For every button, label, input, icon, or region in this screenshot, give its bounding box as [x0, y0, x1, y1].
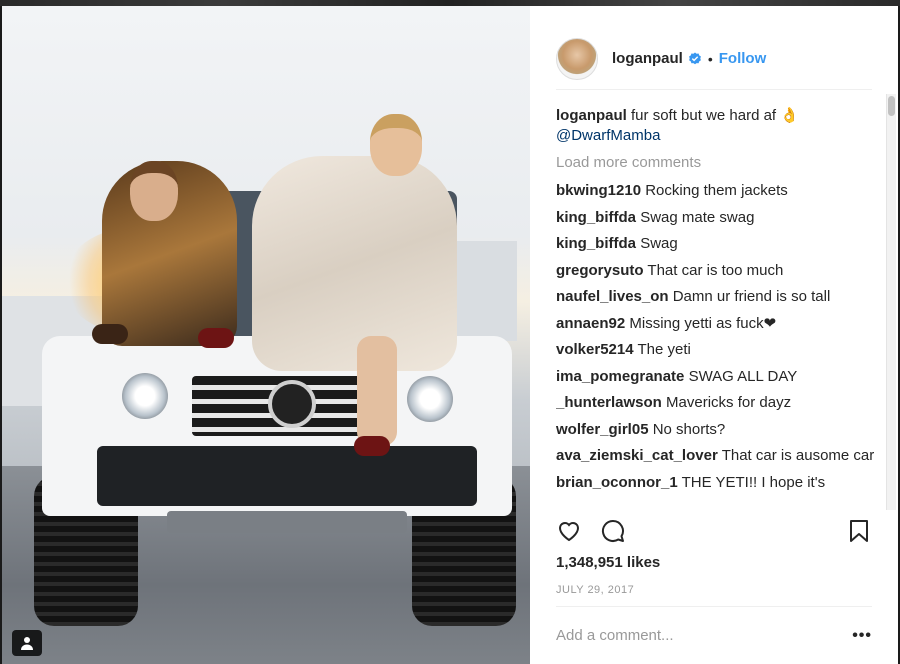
author-username[interactable]: loganpaul — [612, 50, 683, 67]
comment-username[interactable]: king_biffda — [556, 209, 636, 226]
comment-username[interactable]: annaen92 — [556, 315, 625, 332]
comment-item: wolfer_girl05 No shorts? — [556, 420, 878, 440]
comment-username[interactable]: gregorysuto — [556, 262, 644, 279]
caption-text: fur soft but we hard af 👌 — [631, 107, 799, 124]
mercedes-emblem — [268, 380, 316, 428]
bookmark-icon[interactable] — [846, 518, 872, 549]
comment-username[interactable]: ava_ziemski_cat_lover — [556, 447, 718, 464]
comment-username[interactable]: ima_pomegranate — [556, 368, 684, 385]
action-bar — [556, 516, 872, 550]
comment-item: king_biffda Swag mate swag — [556, 208, 878, 228]
comment-text: No shorts? — [652, 420, 726, 438]
comments-list[interactable]: loganpaul fur soft but we hard af 👌 @Dwa… — [556, 106, 878, 508]
post-caption: loganpaul fur soft but we hard af 👌 @Dwa… — [556, 106, 878, 146]
caption-mention[interactable]: @DwarfMamba — [556, 127, 660, 144]
comment-text: THE YETI!! I hope it's — [681, 473, 826, 491]
comment-text: SWAG ALL DAY — [688, 367, 798, 385]
likes-count[interactable]: 1,348,951 likes — [556, 554, 660, 571]
comment-item: bkwing1210 Rocking them jackets — [556, 181, 878, 201]
comment-username[interactable]: brian_oconnor_1 — [556, 474, 678, 491]
comment-username[interactable]: king_biffda — [556, 235, 636, 252]
post-header: loganpaul • Follow — [556, 28, 872, 90]
comment-username[interactable]: _hunterlawson — [556, 394, 662, 411]
comment-item: ava_ziemski_cat_lover That car is ausome… — [556, 446, 878, 466]
verified-badge-icon — [688, 52, 701, 64]
follow-button[interactable]: Follow — [719, 50, 767, 67]
post-date: JULY 29, 2017 — [556, 584, 635, 596]
comment-text: Mavericks for dayz — [666, 394, 792, 411]
comments-scrollbar[interactable] — [886, 94, 896, 510]
comment-item: ima_pomegranate SWAG ALL DAY — [556, 367, 878, 387]
comment-username[interactable]: volker5214 — [556, 341, 634, 358]
comment-username[interactable]: naufel_lives_on — [556, 288, 669, 305]
comment-item: annaen92 Missing yetti as fuck❤ — [556, 314, 878, 334]
comment-text: Damn ur friend is so tall — [672, 288, 831, 305]
load-more-comments-button[interactable]: Load more comments — [556, 153, 878, 173]
comment-text: Swag — [640, 235, 678, 252]
comment-text: Rocking them jackets — [645, 182, 788, 199]
comment-item: gregorysuto That car is too much — [556, 261, 878, 281]
avatar[interactable] — [556, 37, 598, 80]
comment-item: king_biffda Swag — [556, 234, 878, 254]
comment-item: brian_oconnor_1 THE YETI!! I hope it's — [556, 473, 878, 493]
comment-item: volker5214 The yeti — [556, 340, 878, 360]
comment-text: Missing yetti as fuck❤ — [629, 314, 777, 332]
user-tag-icon[interactable] — [12, 630, 42, 656]
comment-username[interactable]: wolfer_girl05 — [556, 421, 649, 438]
comment-text: The yeti — [637, 341, 691, 358]
post-side-panel: loganpaul • Follow loganpaul fur soft bu… — [530, 6, 898, 664]
comment-username[interactable]: bkwing1210 — [556, 182, 641, 199]
caption-username[interactable]: loganpaul — [556, 107, 627, 124]
comment-text: Swag mate swag — [640, 208, 755, 226]
comment-bubble-icon[interactable] — [600, 518, 626, 549]
add-comment-row: ••• — [556, 606, 872, 664]
more-options-button[interactable]: ••• — [852, 627, 872, 645]
separator-dot: • — [707, 50, 713, 67]
comment-text: That car is too much — [647, 261, 784, 279]
comment-text: That car is ausome car — [721, 447, 875, 464]
post-modal: loganpaul • Follow loganpaul fur soft bu… — [2, 6, 898, 664]
add-comment-input[interactable] — [556, 627, 852, 644]
heart-icon[interactable] — [556, 518, 582, 549]
comment-item: naufel_lives_on Damn ur friend is so tal… — [556, 287, 878, 307]
post-photo[interactable] — [2, 6, 530, 664]
scrollbar-thumb[interactable] — [888, 96, 895, 116]
comment-item: _hunterlawson Mavericks for dayz — [556, 393, 878, 413]
